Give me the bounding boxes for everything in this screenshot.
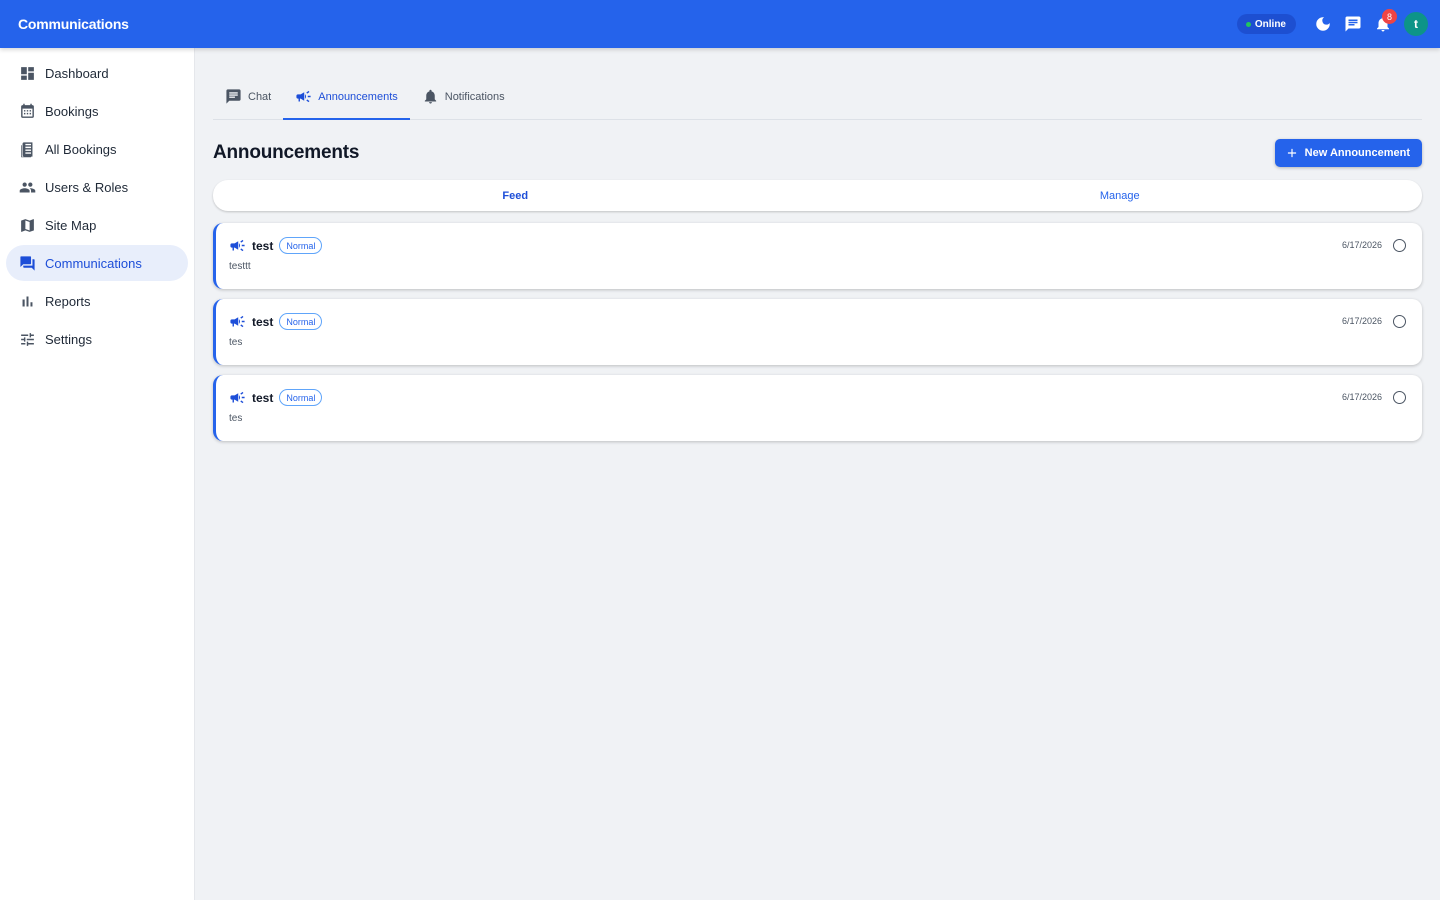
app-bar-actions: Online 8 t xyxy=(1236,9,1428,39)
announcement-card[interactable]: test Normal tes 6/17/2026 xyxy=(213,299,1422,365)
sidebar-item-label: Users & Roles xyxy=(45,179,129,195)
app-title: Communications xyxy=(18,16,129,32)
announcement-date: 6/17/2026 xyxy=(1341,240,1382,250)
view-segmented-control: Feed Manage xyxy=(213,180,1422,211)
tab-notifications[interactable]: Notifications xyxy=(410,74,517,119)
campaign-icon xyxy=(230,391,245,404)
sidebar-item-label: Dashboard xyxy=(45,65,109,81)
map-icon xyxy=(21,218,34,232)
communications-tabs: Chat Announcements Notifications xyxy=(213,48,1422,120)
segment-manage[interactable]: Manage xyxy=(818,180,1423,211)
sidebar-item-communications[interactable]: Communications xyxy=(6,245,188,281)
priority-chip: Normal xyxy=(279,389,323,406)
bar-chart-icon xyxy=(22,296,33,306)
announcement-title: test xyxy=(252,390,274,405)
announcement-body: testtt xyxy=(229,261,251,272)
new-announcement-label: New Announcement xyxy=(1304,147,1410,159)
campaign-icon xyxy=(230,239,245,252)
mark-read-radio[interactable] xyxy=(1393,315,1406,328)
sidebar-item-reports[interactable]: Reports xyxy=(6,283,188,319)
tab-chat[interactable]: Chat xyxy=(213,74,283,119)
connection-status-label: Online xyxy=(1254,18,1286,30)
page-title: Announcements xyxy=(213,142,360,163)
announcement-title: test xyxy=(252,238,274,253)
priority-chip: Normal xyxy=(279,313,323,330)
announcement-card[interactable]: test Normal tes 6/17/2026 xyxy=(213,375,1422,441)
announcement-title: test xyxy=(252,314,274,329)
sidebar-item-settings[interactable]: Settings xyxy=(6,321,188,357)
campaign-icon xyxy=(230,315,245,328)
campaign-icon xyxy=(296,90,311,103)
tab-announcements[interactable]: Announcements xyxy=(283,74,410,120)
sidebar-item-label: All Bookings xyxy=(45,141,117,157)
receipt-icon xyxy=(21,141,33,157)
tab-label: Chat xyxy=(248,90,272,103)
people-icon xyxy=(19,182,36,192)
bell-icon xyxy=(424,89,436,104)
chat-icon xyxy=(226,89,241,104)
main-content: Chat Announcements Notifications Announc… xyxy=(213,48,1422,441)
announcement-header: test Normal xyxy=(229,313,1422,330)
chat-icon xyxy=(1345,16,1361,32)
notifications-button[interactable]: 8 xyxy=(1368,9,1398,39)
connection-status-badge: Online xyxy=(1236,14,1296,34)
theme-toggle-button[interactable] xyxy=(1308,9,1338,39)
tune-icon xyxy=(21,332,34,346)
sidebar-item-users-roles[interactable]: Users & Roles xyxy=(6,169,188,205)
page-header: Announcements New Announcement xyxy=(213,138,1422,168)
sidebar-item-bookings[interactable]: Bookings xyxy=(6,93,188,129)
tab-label: Announcements xyxy=(318,90,398,103)
announcement-header: test Normal xyxy=(229,389,1422,406)
announcement-body: tes xyxy=(229,413,243,424)
new-announcement-button[interactable]: New Announcement xyxy=(1274,139,1422,167)
calendar-icon xyxy=(21,103,34,118)
sidebar-item-dashboard[interactable]: Dashboard xyxy=(6,55,188,91)
forum-icon xyxy=(20,255,35,271)
sidebar-item-all-bookings[interactable]: All Bookings xyxy=(6,131,188,167)
user-avatar[interactable]: t xyxy=(1404,12,1428,36)
sidebar-item-label: Bookings xyxy=(45,103,99,119)
mark-read-radio[interactable] xyxy=(1393,239,1406,252)
segment-feed[interactable]: Feed xyxy=(213,180,818,211)
moon-icon xyxy=(1316,17,1330,31)
plus-icon xyxy=(1287,148,1296,158)
tab-label: Notifications xyxy=(444,90,505,103)
dashboard-icon xyxy=(21,66,34,80)
app-bar: Communications Online 8 t xyxy=(0,0,1440,48)
sidebar-item-label: Site Map xyxy=(45,217,97,233)
sidebar-item-label: Settings xyxy=(45,331,92,347)
announcement-body: tes xyxy=(229,337,243,348)
announcement-header: test Normal xyxy=(229,237,1422,254)
announcement-date: 6/17/2026 xyxy=(1341,392,1382,402)
online-dot-icon xyxy=(1245,21,1251,27)
announcement-card[interactable]: test Normal testtt 6/17/2026 xyxy=(213,223,1422,289)
announcement-date: 6/17/2026 xyxy=(1341,316,1382,326)
messages-button[interactable] xyxy=(1338,9,1368,39)
priority-chip: Normal xyxy=(279,237,323,254)
sidebar-item-label: Reports xyxy=(45,293,91,309)
mark-read-radio[interactable] xyxy=(1393,391,1406,404)
notification-count-badge: 8 xyxy=(1382,9,1397,24)
sidebar-item-site-map[interactable]: Site Map xyxy=(6,207,188,243)
sidebar-item-label: Communications xyxy=(45,255,142,271)
sidebar: Dashboard Bookings All Bookings Users & … xyxy=(0,48,195,900)
